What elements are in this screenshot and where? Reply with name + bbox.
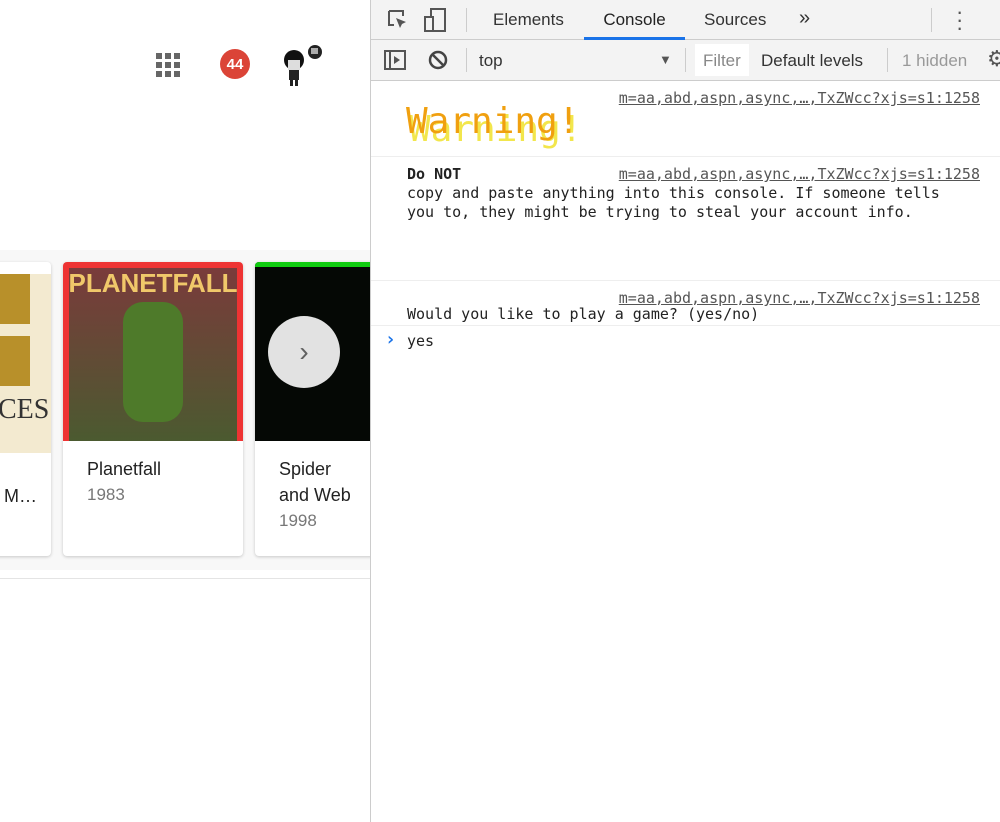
console-toolbar: top ▼ Filter Default levels 1 hidden ⚙ bbox=[371, 40, 1000, 81]
message-text: Would you like to play a game? (yes/no) bbox=[407, 305, 760, 323]
kebab-menu-icon[interactable]: · · · bbox=[956, 1, 963, 39]
source-link[interactable]: m=aa,abd,aspn,async,…,TxZWcc?xjs=s1:1258 bbox=[619, 289, 980, 307]
more-tabs-button[interactable]: » bbox=[799, 7, 810, 30]
chevron-right-icon: › bbox=[299, 336, 309, 367]
context-select[interactable]: top bbox=[479, 51, 503, 71]
game-year: 1998 bbox=[279, 511, 317, 530]
source-link[interactable]: m=aa,abd,aspn,async,…,TxZWcc?xjs=s1:1258 bbox=[619, 165, 980, 184]
game-cover: PLANETFALL bbox=[63, 262, 243, 441]
avatar[interactable] bbox=[280, 44, 326, 88]
console-input[interactable]: › yes bbox=[371, 326, 1000, 358]
warning-text: Warning! bbox=[406, 101, 580, 142]
console-message: m=aa,abd,aspn,async,…,TxZWcc?xjs=s1:1258… bbox=[371, 157, 1000, 281]
game-card[interactable]: PLANETFALL Planetfall 1983 bbox=[63, 262, 243, 556]
prompt-chevron-icon: › bbox=[385, 329, 396, 350]
console-message: m=aa,abd,aspn,async,…,TxZWcc?xjs=s1:1258… bbox=[371, 81, 1000, 157]
sidebar-toggle-icon[interactable] bbox=[384, 50, 406, 70]
tab-sources[interactable]: Sources bbox=[704, 10, 766, 30]
message-text: copy and paste anything into this consol… bbox=[407, 184, 940, 221]
hidden-count: 1 hidden bbox=[902, 51, 968, 70]
filter-input[interactable]: Filter bbox=[695, 44, 749, 76]
divider bbox=[0, 578, 370, 579]
source-link[interactable]: m=aa,abd,aspn,async,…,TxZWcc?xjs=s1:1258 bbox=[619, 89, 980, 107]
search-page: 44 CES M… PLANETFALL Planetfall 1983 Spi… bbox=[0, 0, 370, 822]
page-header: 44 bbox=[0, 0, 370, 240]
clear-console-icon[interactable] bbox=[428, 50, 448, 70]
console-input-text[interactable]: yes bbox=[407, 332, 434, 350]
game-title: Planetfall bbox=[87, 459, 162, 479]
log-levels-dropdown[interactable]: Default levels bbox=[761, 51, 863, 71]
console-message: m=aa,abd,aspn,async,…,TxZWcc?xjs=s1:1258… bbox=[371, 281, 1000, 326]
game-card[interactable]: Spider and Web 1998 bbox=[255, 262, 370, 556]
apps-grid-icon[interactable] bbox=[156, 53, 180, 77]
tab-console[interactable]: Console bbox=[584, 0, 685, 40]
game-title: M… bbox=[4, 486, 37, 506]
settings-gear-icon[interactable]: ⚙ bbox=[987, 46, 1000, 72]
notifications-badge[interactable]: 44 bbox=[220, 49, 250, 79]
game-title: Spider and Web bbox=[279, 459, 351, 505]
inspect-element-icon[interactable] bbox=[387, 9, 409, 31]
device-toolbar-icon[interactable] bbox=[423, 7, 447, 33]
game-year: 1983 bbox=[87, 485, 125, 504]
game-card[interactable]: CES M… bbox=[0, 262, 51, 556]
game-cover: CES bbox=[0, 274, 51, 453]
carousel-next-button[interactable]: › bbox=[268, 316, 340, 388]
devtools-panel: Elements Console Sources » · · · top ▼ Fil… bbox=[370, 0, 1000, 822]
tab-elements[interactable]: Elements bbox=[493, 10, 564, 30]
chevron-down-icon: ▼ bbox=[659, 52, 672, 67]
devtools-tabbar: Elements Console Sources » · · · bbox=[371, 0, 1000, 40]
